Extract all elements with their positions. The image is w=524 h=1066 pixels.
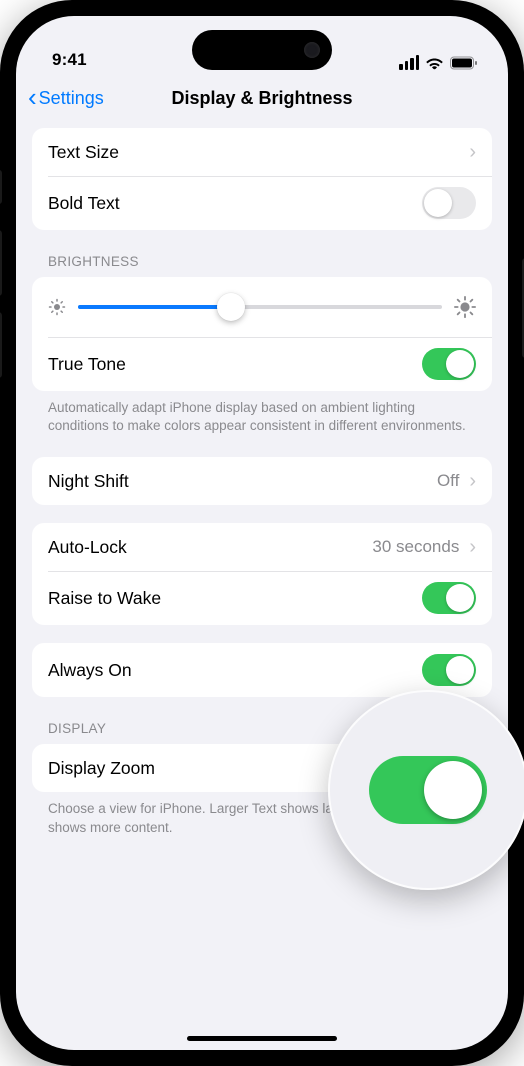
night-shift-value: Off xyxy=(437,471,459,491)
bold-text-toggle[interactable] xyxy=(422,187,476,219)
display-zoom-label: Display Zoom xyxy=(48,758,155,779)
callout-magnifier xyxy=(328,690,524,890)
always-on-toggle-enlarged xyxy=(369,756,487,824)
text-size-label: Text Size xyxy=(48,142,119,163)
cellular-signal-icon xyxy=(399,55,419,70)
nav-bar: ‹ Settings Display & Brightness xyxy=(16,74,508,122)
chevron-right-icon: › xyxy=(469,141,476,164)
text-size-row[interactable]: Text Size › xyxy=(32,128,492,176)
chevron-right-icon: › xyxy=(469,470,476,493)
phone-frame: 9:41 ‹ Settings Display & Brightness xyxy=(0,0,524,1066)
brightness-high-icon xyxy=(454,296,476,318)
always-on-toggle[interactable] xyxy=(422,654,476,686)
chevron-left-icon: ‹ xyxy=(28,84,37,110)
status-time: 9:41 xyxy=(52,50,87,70)
auto-lock-row[interactable]: Auto-Lock 30 seconds › xyxy=(32,523,492,571)
raise-to-wake-label: Raise to Wake xyxy=(48,588,161,609)
brightness-header: BRIGHTNESS xyxy=(32,248,492,277)
page-title: Display & Brightness xyxy=(171,88,352,109)
back-button[interactable]: ‹ Settings xyxy=(28,87,104,110)
bold-text-label: Bold Text xyxy=(48,193,120,214)
screen: 9:41 ‹ Settings Display & Brightness xyxy=(16,16,508,1050)
night-shift-row[interactable]: Night Shift Off › xyxy=(32,457,492,505)
wifi-icon xyxy=(425,56,444,70)
brightness-slider-row xyxy=(32,277,492,337)
mute-switch xyxy=(0,170,2,204)
chevron-right-icon: › xyxy=(469,536,476,559)
brightness-slider[interactable] xyxy=(78,293,442,321)
volume-down-button xyxy=(0,312,2,378)
always-on-label: Always On xyxy=(48,660,132,681)
bold-text-row: Bold Text xyxy=(32,176,492,230)
true-tone-row: True Tone xyxy=(32,337,492,391)
dynamic-island xyxy=(192,30,332,70)
battery-icon xyxy=(450,56,478,70)
true-tone-label: True Tone xyxy=(48,354,126,375)
auto-lock-value: 30 seconds xyxy=(372,537,459,557)
volume-up-button xyxy=(0,230,2,296)
true-tone-toggle[interactable] xyxy=(422,348,476,380)
true-tone-footer: Automatically adapt iPhone display based… xyxy=(32,391,492,439)
brightness-low-icon xyxy=(48,298,66,316)
raise-to-wake-row: Raise to Wake xyxy=(32,571,492,625)
back-label: Settings xyxy=(39,88,104,109)
auto-lock-label: Auto-Lock xyxy=(48,537,127,558)
raise-to-wake-toggle[interactable] xyxy=(422,582,476,614)
home-indicator[interactable] xyxy=(187,1036,337,1041)
night-shift-label: Night Shift xyxy=(48,471,129,492)
